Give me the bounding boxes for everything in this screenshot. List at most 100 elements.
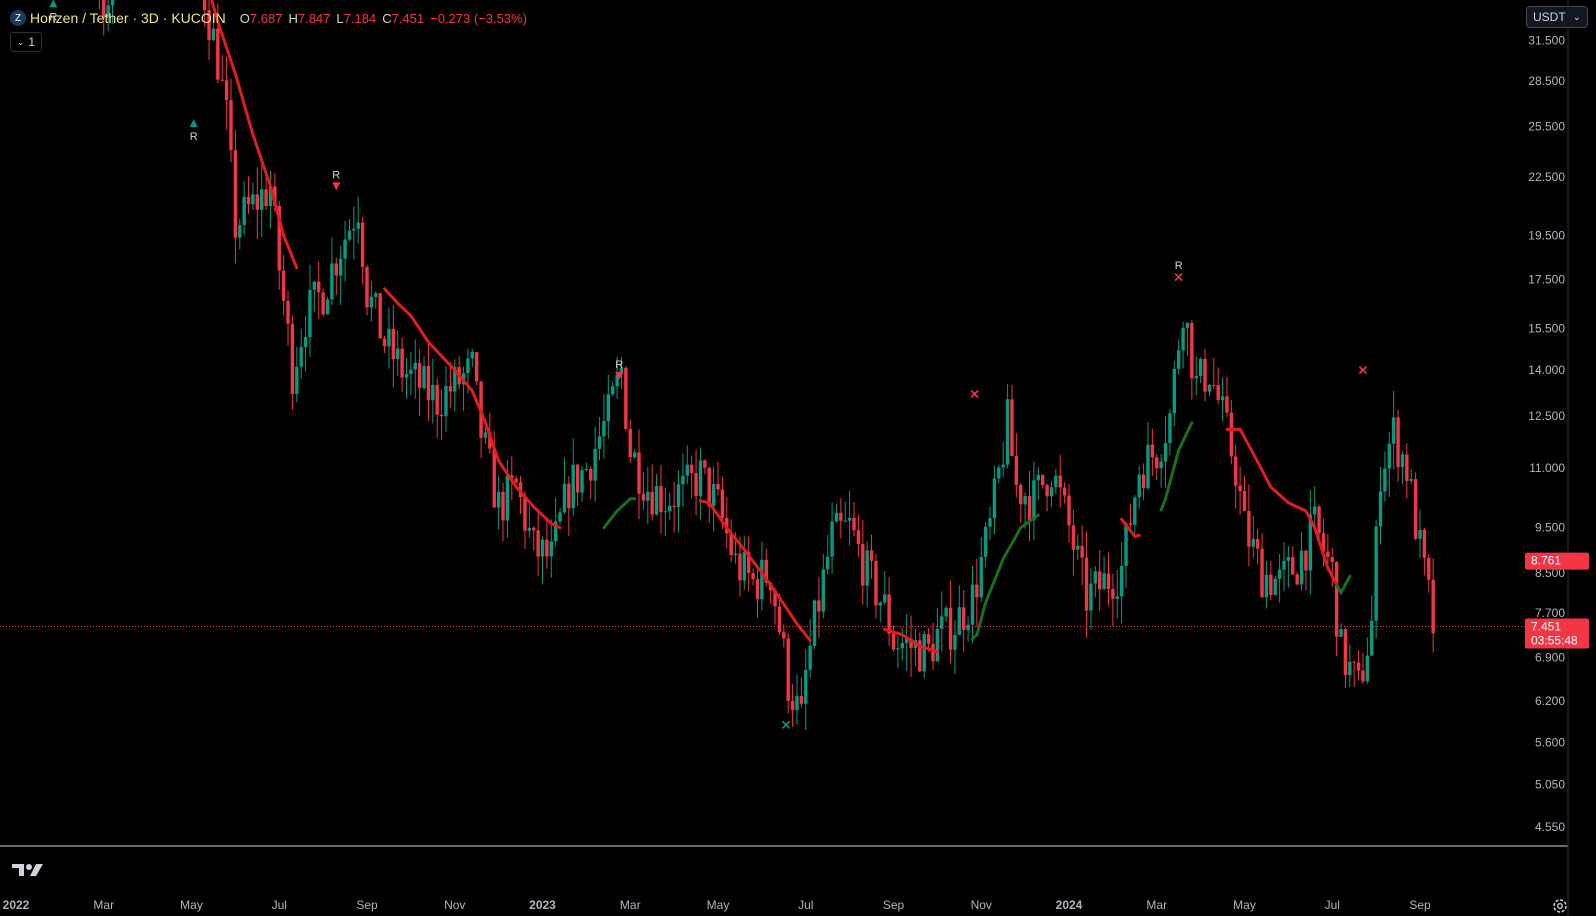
signal-label: R xyxy=(1175,260,1183,272)
candle-body xyxy=(650,491,654,515)
candle-body xyxy=(1163,443,1168,462)
candle-body xyxy=(1387,443,1391,469)
candle-body xyxy=(330,263,334,300)
candle-body xyxy=(545,539,549,557)
candle-body xyxy=(1115,596,1119,599)
candle-body xyxy=(1282,560,1286,570)
candle-body xyxy=(224,80,229,101)
candle-body xyxy=(352,228,356,231)
candle-body xyxy=(1128,523,1133,525)
candle-body xyxy=(220,79,224,81)
candle-body xyxy=(308,289,312,338)
candle-body xyxy=(926,634,931,644)
candle-body xyxy=(281,270,286,301)
tradingview-logo-icon[interactable] xyxy=(12,862,46,878)
candle-body xyxy=(1141,474,1146,489)
candle-body xyxy=(1098,571,1102,590)
candle-body xyxy=(821,569,825,612)
price-tick-label: 31.500 xyxy=(1528,33,1565,47)
candle-body xyxy=(983,526,988,557)
price-tick-label: 7.700 xyxy=(1535,606,1565,620)
candle-body xyxy=(1062,487,1067,496)
candle-body xyxy=(1071,525,1076,550)
candle-body xyxy=(852,517,856,531)
candle-body xyxy=(733,553,738,556)
time-tick-label: May xyxy=(180,898,203,912)
candle-body xyxy=(1146,444,1150,489)
candle-body xyxy=(303,337,308,347)
candle-body xyxy=(374,293,378,297)
candle-body xyxy=(1383,468,1387,492)
candle-body xyxy=(255,194,260,210)
candle-body xyxy=(883,594,887,603)
candle-body xyxy=(404,374,409,378)
candle-body xyxy=(1225,396,1229,413)
candle-body xyxy=(426,366,431,401)
candle-body xyxy=(1106,573,1111,590)
candle-body xyxy=(360,222,365,268)
candle-body xyxy=(1304,550,1308,571)
candle-body xyxy=(1330,557,1334,563)
candle-body xyxy=(382,338,387,347)
candle-body xyxy=(1251,538,1255,547)
candle-body xyxy=(1299,550,1304,585)
settings-gear-icon[interactable] xyxy=(1552,898,1568,914)
candle-body xyxy=(922,634,926,672)
candle-body xyxy=(953,634,957,650)
candle-body xyxy=(624,367,628,429)
candle-body xyxy=(975,584,979,598)
candle-body xyxy=(663,511,668,513)
candle-body xyxy=(110,0,115,6)
symbol-title[interactable]: Horizen / Tether · 3D · KUCOIN xyxy=(30,10,226,26)
candle-body xyxy=(260,189,264,210)
candle-body xyxy=(290,323,295,394)
candle-body xyxy=(654,486,659,515)
indicator-collapse-toggle[interactable]: ⌄ 1 xyxy=(10,32,42,52)
candle-body xyxy=(1089,583,1093,611)
candle-body xyxy=(474,352,479,382)
candle-body xyxy=(1023,496,1027,505)
low-value: 7.184 xyxy=(343,10,377,26)
candle-body xyxy=(312,281,317,290)
price-chart[interactable]: 57.50051.50045.50039.50035.50031.50028.5… xyxy=(0,0,1596,916)
candle-body xyxy=(742,552,747,581)
candle-body xyxy=(387,328,391,347)
candle-body xyxy=(716,484,720,490)
candle-body xyxy=(242,196,246,226)
candle-body xyxy=(325,299,330,315)
open-value: 7.687 xyxy=(249,10,283,26)
candle-body xyxy=(1198,359,1203,377)
candle-body xyxy=(1005,399,1010,465)
candle-body xyxy=(1172,368,1176,414)
candle-body xyxy=(1049,487,1054,497)
candle-body xyxy=(843,520,847,522)
candle-body xyxy=(1422,529,1427,558)
price-tick-label: 17.500 xyxy=(1528,272,1565,286)
candle-body xyxy=(1343,629,1348,676)
candle-body xyxy=(861,544,865,586)
candle-body xyxy=(979,556,983,598)
horizen-coin-icon[interactable]: Z xyxy=(10,10,26,26)
candle-body xyxy=(1356,662,1361,671)
candle-body xyxy=(378,293,382,339)
candle-body xyxy=(970,584,975,625)
time-tick-label: 2024 xyxy=(1056,898,1083,912)
time-tick-label: Nov xyxy=(971,898,992,912)
candle-body xyxy=(1277,569,1282,579)
candle-body xyxy=(1190,322,1194,379)
candle-body xyxy=(299,346,303,367)
currency-select[interactable]: USDT ⌄ xyxy=(1526,6,1588,28)
candle-body xyxy=(527,527,532,531)
candle-body xyxy=(611,386,615,395)
candle-body xyxy=(1045,485,1049,497)
candle-body xyxy=(1001,464,1005,468)
candle-body xyxy=(1203,359,1207,392)
candle-body xyxy=(1119,565,1124,597)
candle-body xyxy=(1348,661,1352,676)
candle-body xyxy=(347,230,352,240)
candle-body xyxy=(558,512,562,522)
candle-body xyxy=(1124,523,1128,566)
candle-body xyxy=(1427,557,1431,580)
candle-body xyxy=(1102,573,1106,590)
time-tick-label: 2023 xyxy=(529,898,556,912)
